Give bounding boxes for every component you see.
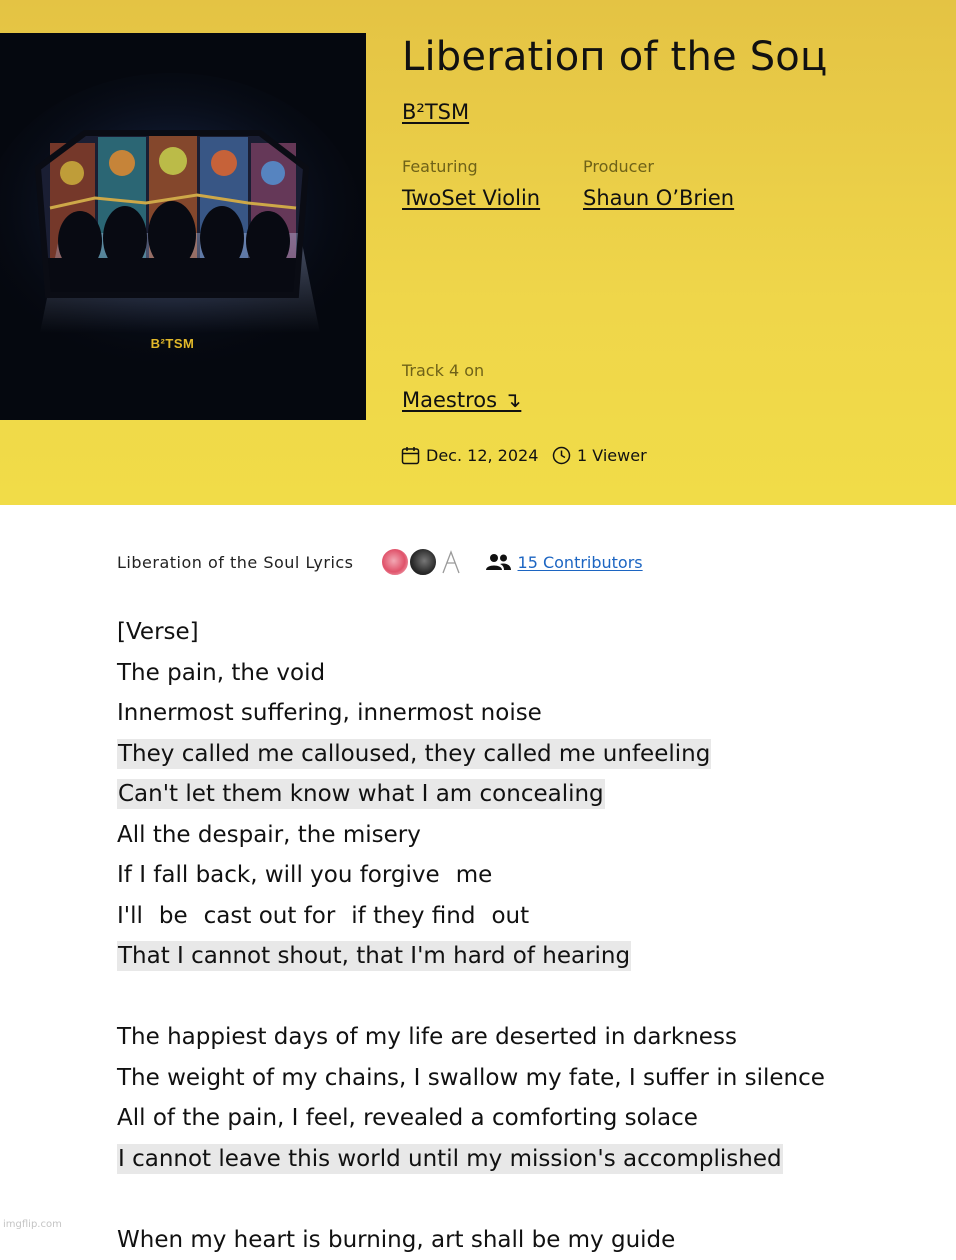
producer-label: Producer [583,157,654,176]
lyrics-body: [Verse] The pain, the void Innermost suf… [117,612,917,1260]
lyric-line: The pain, the void [117,659,326,686]
producer-credit: Producer Shaun O’Brien [583,157,734,210]
lyric-line: The happiest days of my life are deserte… [117,1024,737,1050]
lyrics-title: Liberation of the Soul Lyrics [117,552,354,572]
album-link[interactable]: Maestros ↴ [402,388,521,412]
cover-artwork [0,33,366,420]
clock-icon [552,446,571,465]
release-date-text: Dec. 12, 2024 [426,446,539,465]
contributors-icon [485,554,511,570]
song-header: B²TSM Liberatioп of the Soц B²TSM Featur… [0,0,956,505]
lyric-line: I'll be cast out for if they find out [117,896,917,937]
featuring-credit: Featuring TwoSet Violin [402,157,540,210]
avatar[interactable] [379,547,410,577]
lyric-line: Innermost suffering, innermost noise [117,700,542,726]
annotated-line-wrapper: That I cannot shout, that I'm hard of he… [117,936,917,977]
viewer-count-text: 1 Viewer [577,446,647,465]
contributors-link[interactable]: 15 Contributors [518,553,643,572]
lyric-line: All of the pain, I feel, revealed a comf… [117,1105,698,1131]
annotated-line-wrapper: They called me calloused, they called me… [117,734,917,775]
lyrics-header: Liberation of the Soul Lyrics 15 Contrib… [117,547,643,577]
section-header: [Verse] [117,619,199,645]
contributor-avatars[interactable] [379,547,466,577]
contributors[interactable]: 15 Contributors [485,553,643,572]
featuring-link[interactable]: TwoSet Violin [402,186,540,210]
annotated-lyric[interactable]: That I cannot shout, that I'm hard of he… [117,941,632,971]
annotated-line-wrapper: I cannot leave this world until my missi… [117,1139,917,1180]
lyric-line: All the despair, the misery [117,821,421,848]
annotated-line-wrapper: Can't let them know what I am concealing [117,774,917,815]
song-title: Liberatioп of the Soц [402,34,828,80]
lyric-fragment: if they find [351,902,476,929]
stanza-break [117,977,917,1018]
annotated-lyric[interactable]: Can't let them know what I am concealing [117,779,605,809]
calendar-icon [401,447,420,465]
lyric-fragment: be [158,902,188,929]
album-cover[interactable]: B²TSM [0,33,366,420]
release-date: Dec. 12, 2024 [401,446,538,465]
stanza-break [117,1179,917,1220]
avatar-glyph-icon [441,550,460,574]
lyric-fragment: me [455,862,493,888]
lyric-fragment: out [491,902,530,929]
lyric-line: The weight of my chains, I swallow my fa… [117,1064,825,1091]
lyric-fragment: cast out for [203,902,336,929]
watermark: imgflip.com [3,1219,62,1230]
cover-logo: B²TSM [150,336,195,351]
lyric-fragment: I'll [117,902,143,929]
viewer-count: 1 Viewer [552,446,647,465]
annotated-lyric[interactable]: They called me calloused, they called me… [117,738,712,769]
artist-link[interactable]: B²TSM [402,100,469,124]
avatar[interactable] [407,547,438,577]
lyric-line: When my heart is burning, art shall be m… [117,1226,676,1253]
producer-link[interactable]: Shaun O’Brien [583,186,734,210]
featuring-label: Featuring [402,157,478,176]
avatar[interactable] [435,547,466,577]
track-label: Track 4 on [402,361,485,380]
lyric-fragment: If I fall back, will you forgive [117,862,440,888]
lyric-line: If I fall back, will you forgive me [117,855,917,896]
annotated-lyric[interactable]: I cannot leave this world until my missi… [117,1143,783,1174]
